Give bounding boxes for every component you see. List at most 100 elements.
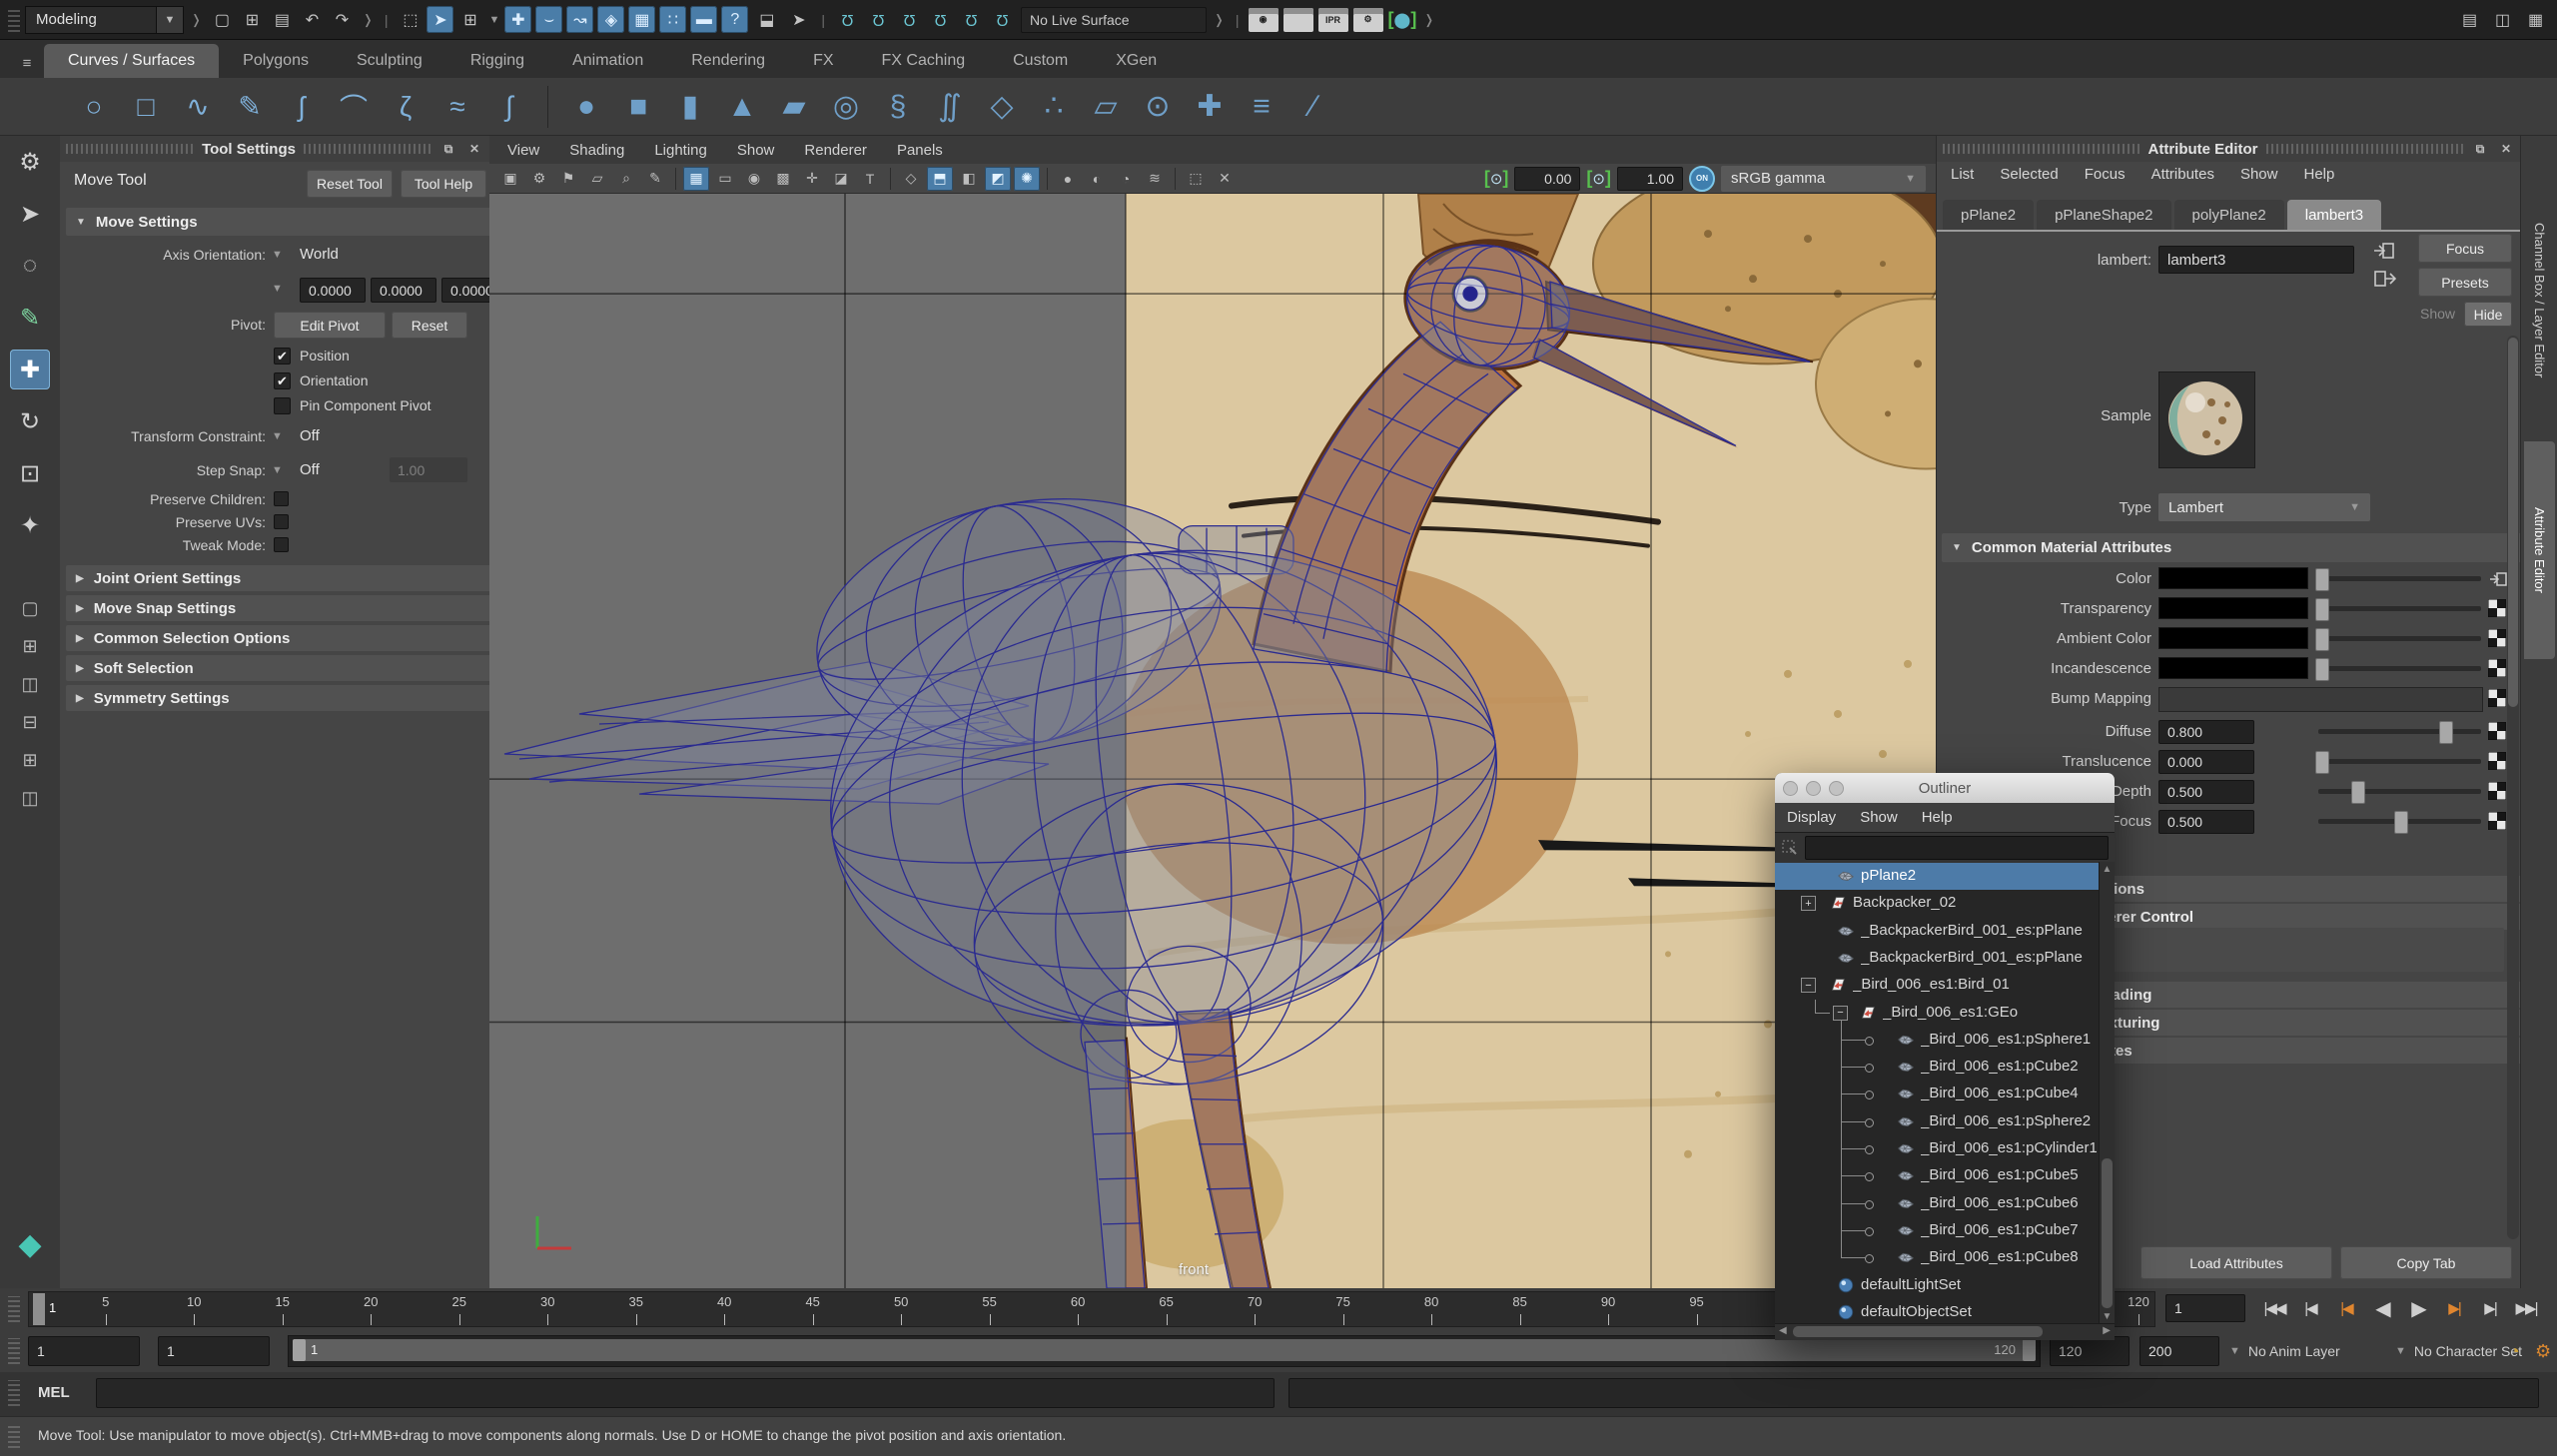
outliner-item-defaultLightSet[interactable]: defaultLightSet	[1775, 1272, 2099, 1299]
slider-thumb[interactable]	[2315, 598, 2329, 621]
playback-end-field[interactable]: 120	[2050, 1336, 2130, 1366]
bevel-plus-icon[interactable]: ≡	[1240, 85, 1283, 129]
lock-icon[interactable]: ⬓	[753, 6, 780, 33]
copy-tab-button[interactable]: Copy Tab	[2340, 1246, 2512, 1279]
reset-tool-button[interactable]: Reset Tool	[307, 170, 393, 198]
ae-tab-pPlaneShape2[interactable]: pPlaneShape2	[2037, 200, 2170, 230]
workspace-grid-icon[interactable]: ▤	[2456, 6, 2483, 33]
tool-help-button[interactable]: Tool Help	[401, 170, 486, 198]
move-x-field[interactable]: 0.0000	[300, 278, 366, 303]
three-point-arc-icon[interactable]: ⌒	[332, 85, 376, 129]
snap-to-points-icon[interactable]: ↝	[566, 6, 593, 33]
viewport-menu-renderer[interactable]: Renderer	[804, 142, 867, 159]
bevel-icon[interactable]: ✚	[1188, 85, 1232, 129]
ae-menu-focus[interactable]: Focus	[2085, 166, 2126, 183]
attribute-slider[interactable]	[2318, 759, 2481, 764]
chevron-down-icon[interactable]: ▼	[488, 14, 499, 26]
step-back-one-key-button[interactable]: |◀	[2329, 1292, 2363, 1324]
shelf-tab-curves-surfaces[interactable]: Curves / Surfaces	[44, 44, 219, 78]
textured-icon[interactable]: ◩	[985, 167, 1011, 191]
ae-menu-show[interactable]: Show	[2240, 166, 2278, 183]
texture-map-icon[interactable]	[2488, 782, 2508, 802]
construction-history-icon[interactable]: ▬	[690, 6, 717, 33]
slider-thumb[interactable]	[2315, 751, 2329, 774]
step-forward-one-frame-button[interactable]: ▶|	[2473, 1292, 2507, 1324]
color-swatch[interactable]	[2158, 657, 2308, 679]
tab-attribute-editor[interactable]: Attribute Editor	[2524, 441, 2555, 659]
render-current-frame-icon[interactable]	[1283, 8, 1313, 32]
outliner-item--Bird-006-es1-Bird-01[interactable]: −_Bird_006_es1:Bird_01	[1775, 972, 2099, 999]
viewport-canvas[interactable]: front	[489, 194, 1936, 1288]
nurbs-cone-icon[interactable]: ▲	[720, 85, 764, 129]
bump-mapping-field[interactable]	[2158, 687, 2483, 712]
ae-menu-attributes[interactable]: Attributes	[2151, 166, 2214, 183]
outliner-item--Bird-006-es1-pCube6[interactable]: _Bird_006_es1:pCube6	[1775, 1190, 2099, 1217]
ae-menu-list[interactable]: List	[1951, 166, 1974, 183]
grease-pencil-icon[interactable]: ✎	[642, 167, 668, 191]
drag-handle[interactable]	[8, 8, 20, 32]
outliner-item--Bird-006-es1-pSphere1[interactable]: _Bird_006_es1:pSphere1	[1775, 1027, 2099, 1054]
close-panel-icon[interactable]: ✕	[2497, 141, 2515, 157]
chevron-down-icon[interactable]: ▼	[272, 249, 283, 261]
open-scene-icon[interactable]: ⊞	[239, 6, 266, 33]
anim-layer-dropdown[interactable]: ▼ No Anim Layer	[2229, 1338, 2340, 1364]
drag-handle[interactable]	[8, 1338, 20, 1364]
attribute-slider[interactable]	[2318, 666, 2481, 671]
outliner-persp-layout[interactable]: ◫	[13, 785, 47, 811]
wireframe-icon[interactable]: ◇	[898, 167, 924, 191]
drag-handle[interactable]	[8, 1380, 20, 1406]
snap-to-grids-icon[interactable]: ✚	[504, 6, 531, 33]
outliner-item--Bird-006-es1-pCube5[interactable]: _Bird_006_es1:pCube5	[1775, 1162, 2099, 1189]
drag-handle[interactable]	[8, 1426, 20, 1448]
animation-start-field[interactable]: 1	[28, 1336, 140, 1366]
group-chevron-icon[interactable]: ❭	[1214, 12, 1225, 28]
project-curve-icon[interactable]: ∫	[487, 85, 531, 129]
live-surface-field[interactable]: No Live Surface	[1021, 7, 1207, 33]
nurbs-cylinder-icon[interactable]: ▮	[668, 85, 712, 129]
chevron-down-icon[interactable]: ▼	[272, 464, 283, 476]
material-name-field[interactable]: lambert3	[2158, 246, 2354, 274]
two-pane-side-layout[interactable]: ◫	[13, 671, 47, 697]
boundary-icon[interactable]: ∴	[1032, 85, 1076, 129]
checkbox-preserve-uvs-[interactable]	[274, 514, 289, 529]
move-tool[interactable]: ✚	[10, 350, 50, 389]
make-live-icon[interactable]: ∷	[659, 6, 686, 33]
move-settings-section[interactable]: ▼ Move Settings	[66, 208, 490, 236]
viewport-menu-show[interactable]: Show	[737, 142, 775, 159]
value-field[interactable]: 0.000	[2158, 750, 2254, 774]
color-swatch[interactable]	[2158, 627, 2308, 649]
paint-select-tool[interactable]: ✎	[10, 298, 50, 338]
tab-channel-box-layer-editor[interactable]: Channel Box / Layer Editor	[2524, 146, 2555, 455]
outliner-menu-show[interactable]: Show	[1860, 809, 1898, 826]
motion-blur-icon[interactable]: ◔	[1113, 167, 1139, 191]
last-tool-used[interactable]: ✦	[10, 505, 50, 545]
outliner-item--Bird-006-es1-pSphere2[interactable]: _Bird_006_es1:pSphere2	[1775, 1108, 2099, 1135]
attribute-editor-scrollbar[interactable]	[2507, 336, 2519, 1239]
edit-pivot-button[interactable]: Edit Pivot	[274, 312, 386, 339]
contrast-icon[interactable]: [⊙]	[1586, 168, 1611, 189]
attribute-slider[interactable]	[2318, 636, 2481, 641]
magnet-snap-curve-icon[interactable]: Ω	[865, 6, 892, 33]
shelf-menu-icon[interactable]: ≡	[10, 48, 44, 78]
outliner-item--Bird-006-es1-pCylinder1[interactable]: _Bird_006_es1:pCylinder1	[1775, 1135, 2099, 1162]
playback-speed-icon[interactable]: ◔	[2509, 1338, 2520, 1364]
slider-thumb[interactable]	[2439, 721, 2453, 744]
nurbs-plane-icon[interactable]: ▰	[772, 85, 816, 129]
slider-thumb[interactable]	[2351, 781, 2365, 804]
attribute-slider[interactable]	[2318, 789, 2481, 794]
exposure-field[interactable]: 0.00	[1514, 167, 1580, 191]
load-attributes-button[interactable]: Load Attributes	[2140, 1246, 2332, 1279]
step-snap-value[interactable]: Off	[300, 461, 320, 478]
timeline-playhead[interactable]	[33, 1293, 45, 1325]
focus-button[interactable]: Focus	[2418, 234, 2512, 263]
ae-menu-help[interactable]: Help	[2303, 166, 2334, 183]
checkbox-orientation[interactable]: ✔	[274, 372, 291, 389]
outliner-item--BackpackerBird-001-es-pPlane[interactable]: _BackpackerBird_001_es:pPlane	[1775, 918, 2099, 945]
multisampling-icon[interactable]: ≋	[1142, 167, 1168, 191]
planar-icon[interactable]: ⊙	[1136, 85, 1180, 129]
step-forward-one-key-button[interactable]: ▶|	[2437, 1292, 2471, 1324]
float-panel-icon[interactable]: ⧉	[2471, 141, 2489, 157]
texture-map-icon[interactable]	[2488, 689, 2508, 709]
outliner-item-defaultObjectSet[interactable]: defaultObjectSet	[1775, 1299, 2099, 1325]
colorspace-dropdown[interactable]: sRGB gamma▼	[1721, 166, 1926, 192]
